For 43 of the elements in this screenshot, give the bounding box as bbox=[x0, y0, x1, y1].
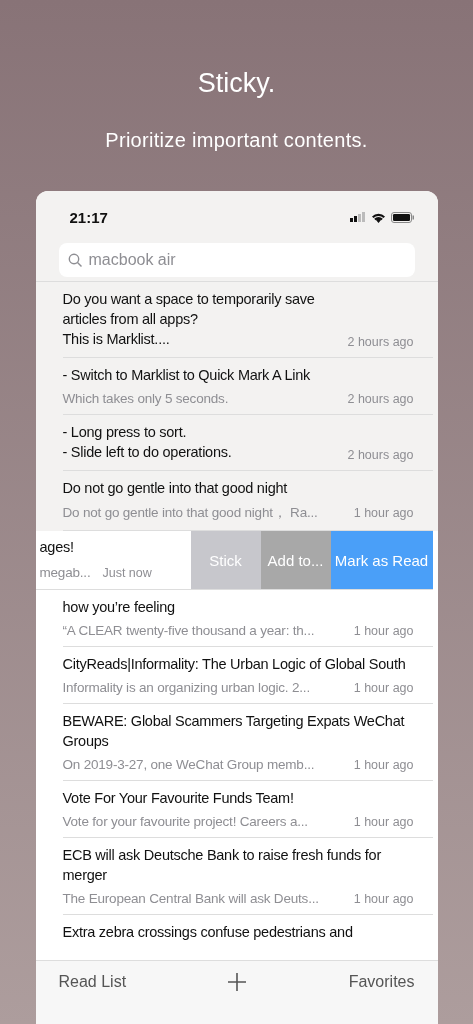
item-title: ages! bbox=[39, 538, 75, 557]
item-title: CityReads|Informality: The Urban Logic of Global South bbox=[62, 655, 407, 674]
item-title: Vote For Your Favourite Funds Team! bbox=[62, 789, 295, 808]
item-time: 1 hour ago bbox=[353, 681, 414, 695]
item-time: 2 hours ago bbox=[347, 335, 414, 349]
tagline: Prioritize important contents. bbox=[105, 129, 368, 153]
search-icon bbox=[67, 252, 83, 268]
item-summary: On 2019-3-27, one WeChat Group memb... bbox=[62, 757, 315, 772]
item-summary: The European Central Bank will ask Deuts... bbox=[62, 891, 319, 906]
item-time: 1 hour ago bbox=[353, 892, 414, 906]
list-item[interactable]: - Long press to sort. - Slide left to do operations. 2 hours ago bbox=[35, 415, 438, 471]
item-time: 1 hour ago bbox=[353, 815, 414, 829]
list-item[interactable]: Do you want a space to temporarily save articles from all apps? This is Marklist.... 2 hours ago bbox=[35, 282, 438, 358]
item-time: 2 hours ago bbox=[347, 392, 414, 406]
item-time: 1 hour ago bbox=[353, 506, 414, 520]
item-summary: Do not go gentle into that good night， Ra... bbox=[62, 504, 318, 522]
favorites-tab[interactable]: Favorites bbox=[348, 973, 415, 991]
item-title: Do you want a space to temporarily save articles from all apps? This is Marklist.... bbox=[62, 290, 316, 349]
read-list-tab[interactable]: Read List bbox=[58, 973, 127, 991]
item-time: 1 hour ago bbox=[353, 758, 414, 772]
list-item[interactable]: - Switch to Marklist to Quick Mark A Link Which takes only 5 seconds. 2 hours ago bbox=[35, 358, 438, 415]
list-item[interactable]: Do not go gentle into that good night Do not go gentle into that good night， Ra... 1 hour ago bbox=[35, 471, 438, 531]
signal-icon bbox=[349, 212, 366, 222]
headline: Sticky. bbox=[197, 68, 276, 100]
wifi-icon bbox=[370, 211, 386, 223]
battery-icon bbox=[390, 211, 415, 223]
item-summary: “A CLEAR twenty-five thousand a year: th... bbox=[62, 623, 315, 638]
item-title: how you’re feeling bbox=[62, 598, 176, 617]
item-title: Do not go gentle into that good night bbox=[62, 479, 289, 498]
item-time: 1 hour ago bbox=[353, 624, 414, 638]
item-title: ECB will ask Deutsche Bank to raise fresh funds for merger bbox=[62, 846, 382, 885]
item-title: BEWARE: Global Scammers Targeting Expats WeChat Groups bbox=[62, 712, 406, 751]
item-title: Extra zebra crossings confuse pedestrians and bbox=[62, 923, 353, 942]
item-summary: Which takes only 5 seconds. bbox=[62, 391, 229, 406]
item-summary: Informality is an organizing urban logic. 2... bbox=[62, 680, 310, 695]
item-title: - Switch to Marklist to Quick Mark A Link bbox=[62, 366, 312, 385]
item-time: Just now bbox=[102, 566, 152, 580]
item-title: - Long press to sort. - Slide left to do operations. bbox=[62, 423, 232, 462]
item-time: 2 hours ago bbox=[347, 448, 414, 462]
add-icon[interactable] bbox=[228, 973, 247, 991]
item-summary: Vote for your favourite project! Careers a... bbox=[62, 814, 308, 829]
item-summary: megab... bbox=[39, 565, 91, 580]
status-time: 21:17 bbox=[69, 208, 108, 226]
